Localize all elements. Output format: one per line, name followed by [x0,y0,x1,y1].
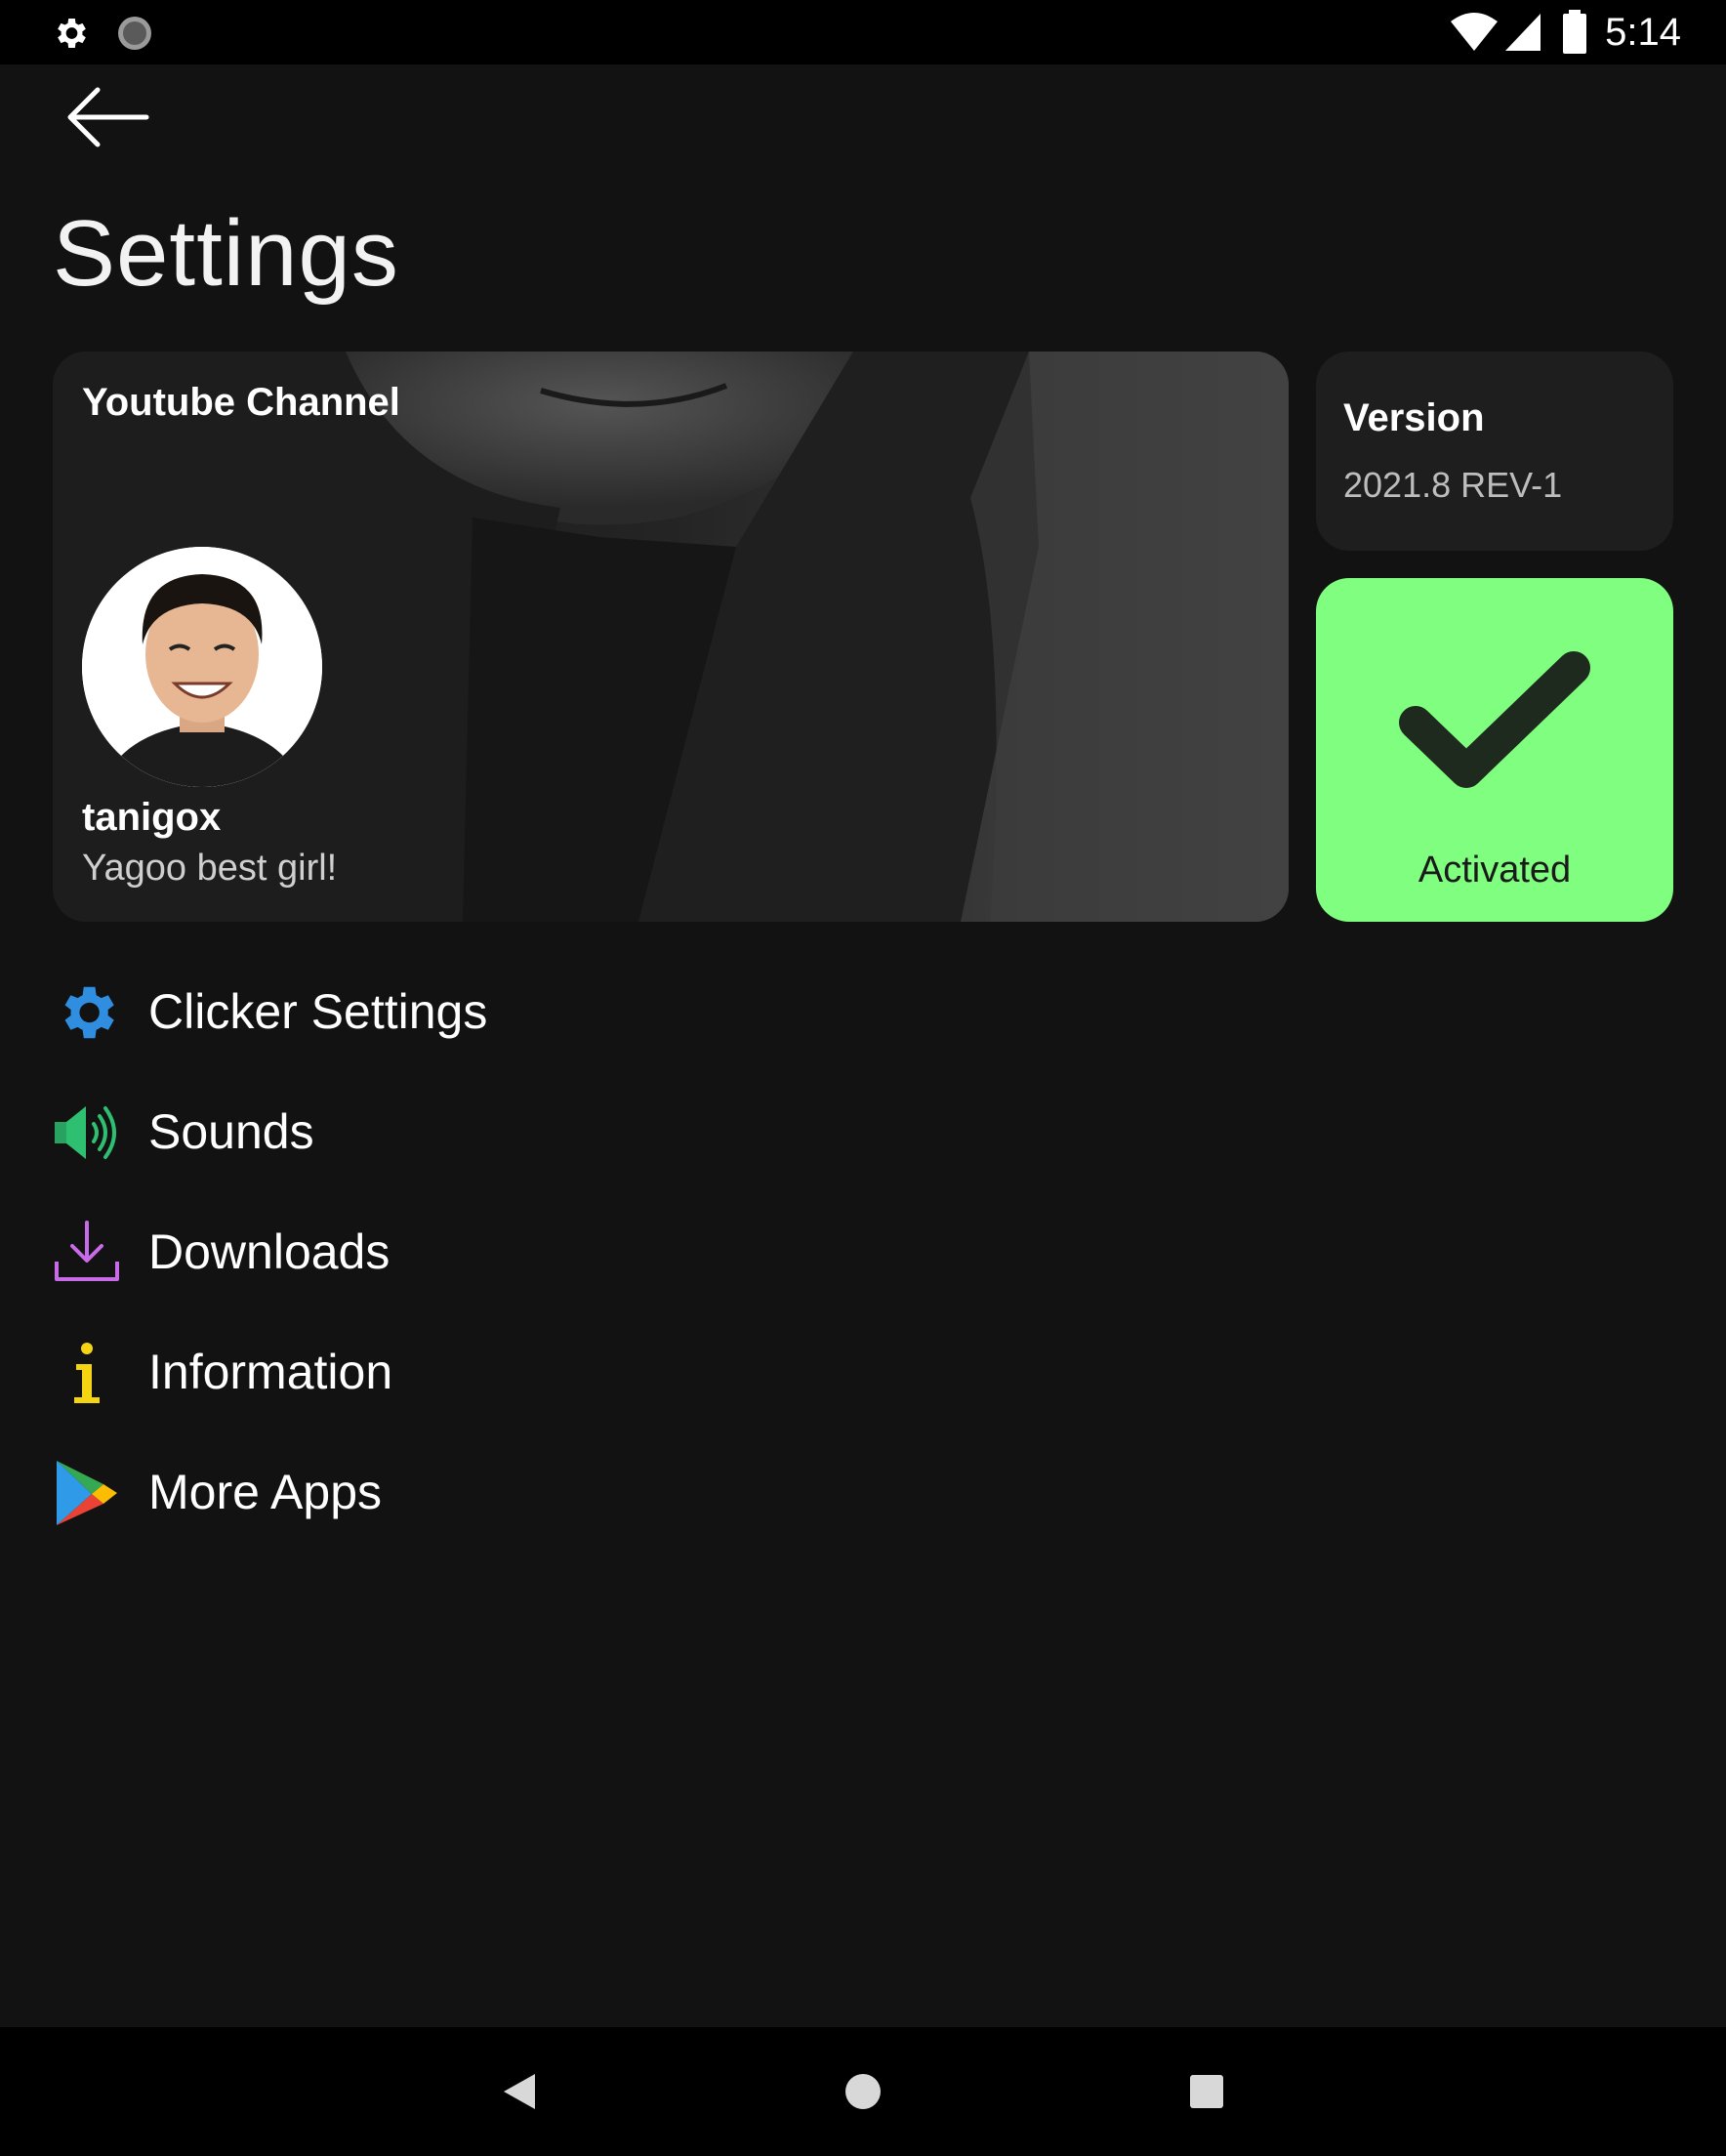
menu-item-downloads[interactable]: Downloads [53,1203,736,1301]
youtube-channel-card[interactable]: Youtube Channel tanigox Yagoo best girl! [53,352,1289,922]
menu-item-clicker-settings[interactable]: Clicker Settings [53,963,736,1060]
speaker-icon [55,1106,116,1159]
menu-item-label: Sounds [148,1104,314,1159]
spinner-icon [118,17,151,50]
channel-name: tanigox [82,796,222,839]
menu-item-label: Clicker Settings [148,984,488,1039]
home-circle-icon[interactable] [843,2072,883,2111]
status-time: 5:14 [1605,11,1681,54]
menu-item-more-apps[interactable]: More Apps [53,1443,736,1541]
signal-icon [1505,14,1541,51]
menu-item-sounds[interactable]: Sounds [53,1083,736,1181]
back-triangle-icon[interactable] [502,2072,537,2111]
download-icon [55,1221,119,1281]
navigation-bar [0,2027,1726,2156]
gear-icon [64,986,114,1039]
avatar-photo [82,547,322,787]
avatar [82,547,322,787]
checkmark-icon [1399,651,1590,788]
version-title: Version [1343,396,1485,439]
activated-label: Activated [1418,850,1572,891]
status-bar: 5:14 [0,0,1726,64]
info-icon [74,1343,100,1403]
back-button[interactable] [59,78,156,156]
channel-description: Yagoo best girl! [82,848,338,889]
version-card: Version 2021.8 REV-1 [1316,352,1673,551]
wifi-icon [1451,13,1498,51]
play-store-icon [57,1461,117,1525]
battery-icon [1563,10,1586,54]
gear-icon [58,19,86,48]
channel-card-label: Youtube Channel [82,381,400,424]
version-value: 2021.8 REV-1 [1343,465,1563,505]
menu-item-label: Downloads [148,1224,390,1279]
recents-square-icon[interactable] [1189,2074,1224,2109]
activated-card[interactable]: Activated [1316,578,1673,922]
arrow-left-icon [67,87,149,147]
menu-item-label: More Apps [148,1465,383,1519]
page-title: Settings [53,201,399,306]
menu-item-information[interactable]: Information [53,1323,736,1421]
menu-item-label: Information [148,1345,393,1399]
